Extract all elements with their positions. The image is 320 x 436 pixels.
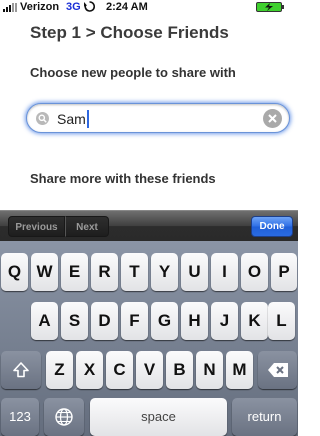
key-c[interactable]: C [106, 351, 133, 389]
sync-activity-icon [84, 1, 95, 12]
key-m[interactable]: M [226, 351, 253, 389]
key-x[interactable]: X [76, 351, 103, 389]
done-button[interactable]: Done [251, 216, 293, 237]
key-n[interactable]: N [196, 351, 223, 389]
globe-icon [55, 408, 73, 426]
globe-key[interactable] [44, 398, 84, 436]
carrier-name: Verizon [20, 1, 60, 13]
backspace-icon [267, 363, 288, 377]
next-button[interactable]: Next [65, 216, 109, 237]
key-d[interactable]: D [91, 302, 118, 340]
keyboard-accessory-toolbar: Previous Next Done [0, 210, 298, 241]
space-key[interactable]: space [90, 398, 227, 436]
key-i[interactable]: I [211, 253, 238, 291]
key-e[interactable]: E [61, 253, 88, 291]
key-y[interactable]: Y [151, 253, 178, 291]
shift-key[interactable] [1, 351, 41, 389]
key-v[interactable]: V [136, 351, 163, 389]
key-u[interactable]: U [181, 253, 208, 291]
battery-charging-icon [256, 2, 284, 12]
onscreen-keyboard: Q W E R T Y U I O P A S D F G H J K L Z … [0, 241, 298, 436]
key-f[interactable]: F [121, 302, 148, 340]
key-t[interactable]: T [121, 253, 148, 291]
key-l[interactable]: L [268, 302, 295, 340]
friend-search-field[interactable] [26, 103, 290, 133]
search-icon [36, 112, 49, 125]
choose-people-label: Choose new people to share with [30, 65, 236, 80]
return-key[interactable]: return [232, 398, 297, 436]
numbers-key[interactable]: 123 [1, 398, 39, 436]
share-more-label: Share more with these friends [30, 171, 216, 186]
key-g[interactable]: G [151, 302, 178, 340]
key-h[interactable]: H [181, 302, 208, 340]
signal-bars-icon [3, 3, 17, 12]
network-type: 3G [66, 1, 81, 13]
key-k[interactable]: K [241, 302, 268, 340]
clear-icon[interactable] [263, 109, 282, 128]
key-z[interactable]: Z [46, 351, 73, 389]
backspace-key[interactable] [258, 351, 297, 389]
key-j[interactable]: J [211, 302, 238, 340]
status-time: 2:24 AM [106, 1, 148, 13]
key-r[interactable]: R [91, 253, 118, 291]
shift-icon [13, 362, 29, 378]
key-q[interactable]: Q [1, 253, 28, 291]
text-caret [87, 110, 89, 128]
status-bar: Verizon 3G 2:24 AM [0, 0, 298, 14]
key-b[interactable]: B [166, 351, 193, 389]
page-title: Step 1 > Choose Friends [30, 23, 229, 42]
key-a[interactable]: A [31, 302, 58, 340]
key-s[interactable]: S [61, 302, 88, 340]
key-o[interactable]: O [241, 253, 268, 291]
previous-button[interactable]: Previous [8, 216, 65, 237]
key-p[interactable]: P [271, 253, 297, 291]
key-w[interactable]: W [31, 253, 58, 291]
